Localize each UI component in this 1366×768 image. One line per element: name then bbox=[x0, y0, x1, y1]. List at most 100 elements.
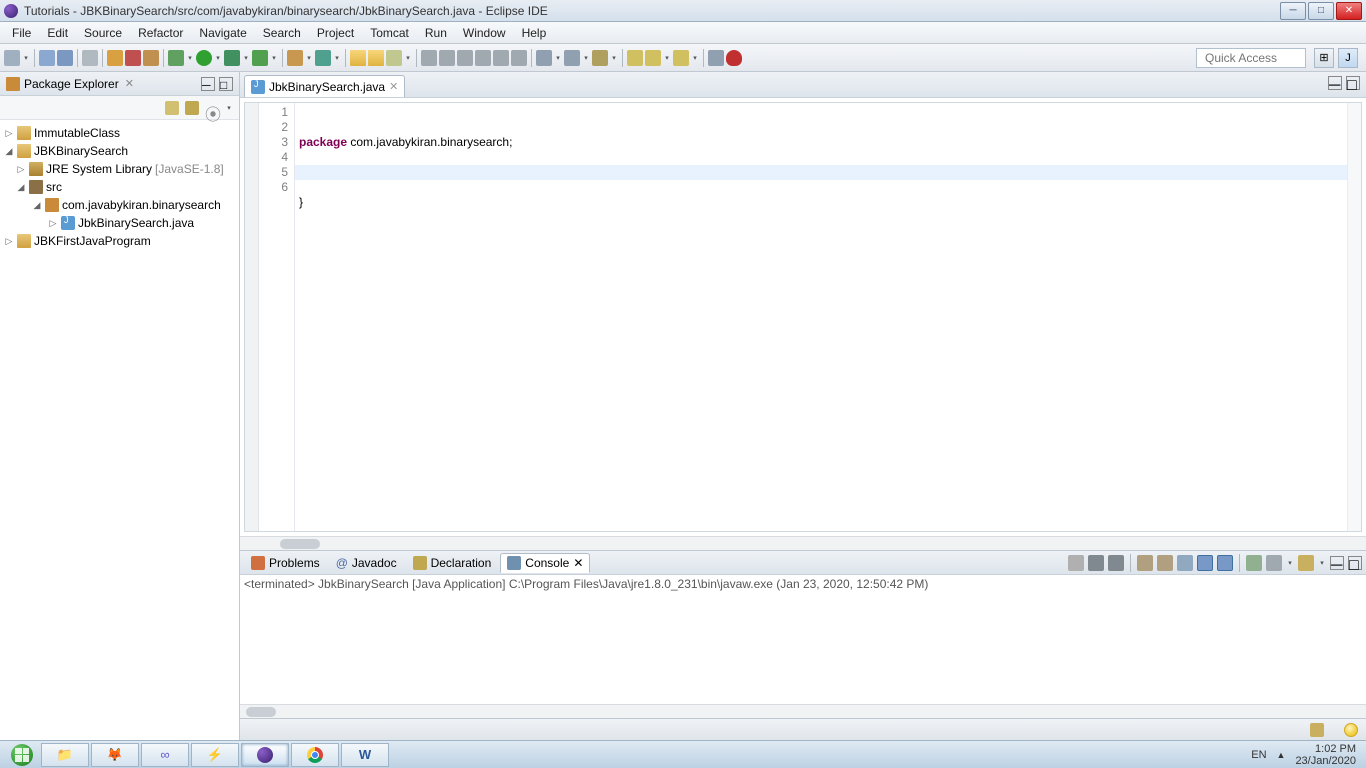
start-button[interactable] bbox=[4, 743, 40, 767]
open-console-dropdown[interactable]: ▾ bbox=[1286, 555, 1294, 571]
minimize-editor-icon[interactable]: ─ bbox=[1328, 76, 1342, 90]
back-history-icon[interactable] bbox=[645, 50, 661, 66]
expand-arrow-icon[interactable]: ▷ bbox=[4, 128, 14, 139]
last-edit-icon[interactable] bbox=[592, 50, 608, 66]
taskbar-eclipse[interactable] bbox=[241, 743, 289, 767]
maximize-console-icon[interactable]: □ bbox=[1348, 556, 1362, 570]
terminate-icon[interactable] bbox=[1068, 555, 1084, 571]
menu-tomcat[interactable]: Tomcat bbox=[362, 24, 417, 42]
pin-editor-icon[interactable] bbox=[708, 50, 724, 66]
open-task-icon[interactable] bbox=[368, 50, 384, 66]
collapse-arrow-icon[interactable]: ◢ bbox=[16, 182, 26, 193]
display-selected-icon[interactable] bbox=[1246, 555, 1262, 571]
new-package-icon[interactable] bbox=[287, 50, 303, 66]
tab-problems[interactable]: Problems bbox=[244, 553, 327, 573]
save-icon[interactable] bbox=[39, 50, 55, 66]
menu-source[interactable]: Source bbox=[76, 24, 130, 42]
quick-access-input[interactable] bbox=[1196, 48, 1306, 68]
block-select-icon[interactable] bbox=[475, 50, 491, 66]
code-area[interactable]: package com.javabykiran.binarysearch; pu… bbox=[295, 103, 1347, 531]
next-annotation-dropdown[interactable]: ▾ bbox=[554, 50, 562, 66]
editor-tab-close-icon[interactable]: ✕ bbox=[389, 80, 398, 93]
last-edit-dropdown[interactable]: ▾ bbox=[610, 50, 618, 66]
tomcat-stop-icon[interactable] bbox=[125, 50, 141, 66]
debug-dropdown[interactable]: ▾ bbox=[186, 50, 194, 66]
run-dropdown[interactable]: ▾ bbox=[214, 50, 222, 66]
taskbar-explorer[interactable]: 📁 bbox=[41, 743, 89, 767]
tab-javadoc[interactable]: @ Javadoc bbox=[329, 553, 404, 573]
forward-dropdown[interactable]: ▾ bbox=[691, 50, 699, 66]
link-editor-icon[interactable] bbox=[185, 101, 199, 115]
expand-arrow-icon[interactable]: ▷ bbox=[48, 218, 58, 229]
taskbar-sts[interactable]: ⚡ bbox=[191, 743, 239, 767]
menu-run[interactable]: Run bbox=[417, 24, 455, 42]
pin-icon[interactable] bbox=[511, 50, 527, 66]
collapse-arrow-icon[interactable]: ◢ bbox=[32, 200, 42, 211]
remove-all-icon[interactable] bbox=[1108, 555, 1124, 571]
run-icon[interactable] bbox=[196, 50, 212, 66]
word-wrap-icon[interactable] bbox=[1177, 555, 1193, 571]
tree-java-file[interactable]: ▷ JbkBinarySearch.java bbox=[0, 214, 239, 232]
menu-navigate[interactable]: Navigate bbox=[191, 24, 254, 42]
tab-declaration[interactable]: Declaration bbox=[406, 553, 499, 573]
tree-package[interactable]: ◢ com.javabykiran.binarysearch bbox=[0, 196, 239, 214]
menu-window[interactable]: Window bbox=[455, 24, 514, 42]
prev-annotation-icon[interactable] bbox=[564, 50, 580, 66]
new-class-dropdown[interactable]: ▾ bbox=[333, 50, 341, 66]
forward-icon[interactable] bbox=[673, 50, 689, 66]
expand-arrow-icon[interactable]: ▷ bbox=[4, 236, 14, 247]
tab-console[interactable]: Console ✕ bbox=[500, 553, 590, 573]
close-button[interactable]: ✕ bbox=[1336, 2, 1362, 20]
search-dropdown[interactable]: ▾ bbox=[404, 50, 412, 66]
console-tab-close-icon[interactable]: ✕ bbox=[573, 556, 583, 570]
run-last-dropdown[interactable]: ▾ bbox=[270, 50, 278, 66]
minimize-console-icon[interactable]: ─ bbox=[1330, 556, 1344, 570]
remove-launch-icon[interactable] bbox=[1088, 555, 1104, 571]
next-annotation-icon[interactable] bbox=[536, 50, 552, 66]
menu-project[interactable]: Project bbox=[309, 24, 362, 42]
scroll-lock-icon[interactable] bbox=[1157, 555, 1173, 571]
clear-console-icon[interactable] bbox=[1137, 555, 1153, 571]
tree-project-immutableclass[interactable]: ▷ ImmutableClass bbox=[0, 124, 239, 142]
taskbar-chrome[interactable] bbox=[291, 743, 339, 767]
package-explorer-close-icon[interactable]: ✕ bbox=[125, 77, 134, 90]
maximize-view-icon[interactable]: □ bbox=[219, 77, 233, 91]
menu-edit[interactable]: Edit bbox=[39, 24, 76, 42]
overview-ruler[interactable] bbox=[1347, 103, 1361, 531]
menu-search[interactable]: Search bbox=[255, 24, 309, 42]
open-type-icon[interactable] bbox=[350, 50, 366, 66]
back-icon[interactable] bbox=[627, 50, 643, 66]
system-tray[interactable]: EN ▲ 1:02 PM 23/Jan/2020 bbox=[1251, 743, 1362, 767]
maximize-editor-icon[interactable]: □ bbox=[1346, 76, 1360, 90]
code-editor[interactable]: 1 2 3 4 5 6 package com.javabykiran.bina… bbox=[244, 102, 1362, 532]
redhat-icon[interactable] bbox=[726, 50, 742, 66]
view-menu-dropdown[interactable]: ▾ bbox=[225, 100, 233, 116]
taskbar-word[interactable]: W bbox=[341, 743, 389, 767]
new-console-dropdown[interactable]: ▾ bbox=[1318, 555, 1326, 571]
new-dropdown[interactable]: ▾ bbox=[22, 50, 30, 66]
save-all-icon[interactable] bbox=[57, 50, 73, 66]
console-body[interactable]: <terminated> JbkBinarySearch [Java Appli… bbox=[240, 575, 1366, 704]
new-console-icon[interactable] bbox=[1298, 555, 1314, 571]
tray-language[interactable]: EN bbox=[1251, 749, 1266, 761]
tray-expand-icon[interactable]: ▲ bbox=[1277, 750, 1286, 760]
project-tree[interactable]: ▷ ImmutableClass ◢ JBKBinarySearch ▷ JRE… bbox=[0, 120, 239, 740]
open-console-icon[interactable] bbox=[1266, 555, 1282, 571]
maximize-button[interactable]: □ bbox=[1308, 2, 1334, 20]
open-perspective-button[interactable]: ⊞ bbox=[1314, 48, 1334, 68]
toggle-breadcrumb-icon[interactable] bbox=[457, 50, 473, 66]
build-status-icon[interactable] bbox=[1310, 723, 1324, 737]
run-last-icon[interactable] bbox=[252, 50, 268, 66]
show-console-icon[interactable] bbox=[1217, 555, 1233, 571]
prev-annotation-dropdown[interactable]: ▾ bbox=[582, 50, 590, 66]
expand-arrow-icon[interactable]: ▷ bbox=[16, 164, 26, 175]
editor-tab-jbkbinarysearch[interactable]: JbkBinarySearch.java ✕ bbox=[244, 75, 405, 97]
console-scrollbar-horizontal[interactable] bbox=[240, 704, 1366, 718]
minimize-view-icon[interactable]: ─ bbox=[201, 77, 215, 91]
menu-refactor[interactable]: Refactor bbox=[130, 24, 191, 42]
tree-project-jbkbinarysearch[interactable]: ◢ JBKBinarySearch bbox=[0, 142, 239, 160]
tree-src-folder[interactable]: ◢ src bbox=[0, 178, 239, 196]
new-class-icon[interactable] bbox=[315, 50, 331, 66]
minimize-button[interactable]: ─ bbox=[1280, 2, 1306, 20]
debug-icon[interactable] bbox=[168, 50, 184, 66]
